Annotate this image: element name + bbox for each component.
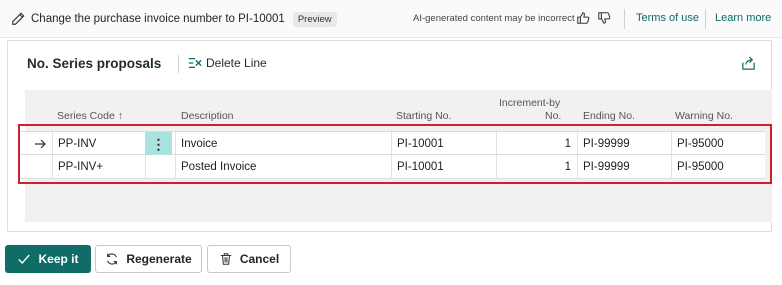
regenerate-label: Regenerate	[126, 252, 192, 266]
table-row[interactable]: PP-INV+ Posted Invoice PI-10001 1 PI-999…	[21, 155, 765, 179]
header-increment-line1[interactable]: Increment-by	[499, 97, 560, 109]
learn-more-link[interactable]: Learn more	[715, 12, 771, 24]
cell-series-code[interactable]: PP-INV+	[52, 155, 145, 179]
delete-line-label: Delete Line	[206, 56, 267, 70]
header-description[interactable]: Description	[181, 110, 234, 122]
cell-warning-no[interactable]: PI-95000	[671, 132, 765, 156]
cell-increment[interactable]: 1	[496, 132, 577, 156]
divider	[624, 9, 625, 29]
pencil-icon	[12, 12, 25, 25]
cell-increment[interactable]: 1	[496, 155, 577, 179]
header-series-code[interactable]: Series Code ↑	[57, 110, 123, 122]
trash-icon	[220, 253, 232, 265]
checkmark-icon	[18, 254, 31, 264]
refresh-icon	[107, 253, 118, 265]
divider	[705, 9, 706, 29]
row-actions-menu-icon[interactable]: ⋮	[145, 132, 172, 155]
header-starting-no[interactable]: Starting No.	[396, 110, 451, 122]
cell-ending-no[interactable]: PI-99999	[577, 132, 671, 156]
cell-starting-no[interactable]: PI-10001	[391, 132, 496, 156]
prompt-text: Change the purchase invoice number to PI…	[31, 13, 285, 25]
header-warning-no[interactable]: Warning No.	[675, 110, 733, 122]
prompt-area: Change the purchase invoice number to PI…	[11, 11, 337, 27]
cell-ending-no[interactable]: PI-99999	[577, 155, 671, 179]
current-row-arrow-icon	[35, 139, 46, 149]
cancel-button[interactable]: Cancel	[207, 245, 291, 273]
cell-series-code[interactable]: PP-INV	[52, 132, 145, 156]
cell-starting-no[interactable]: PI-10001	[391, 155, 496, 179]
action-bar: Keep it Regenerate Cancel	[0, 232, 782, 285]
thumbs-down-icon[interactable]	[597, 11, 611, 25]
share-icon[interactable]	[741, 56, 756, 71]
thumbs-up-icon[interactable]	[576, 11, 590, 25]
copilot-banner: Change the purchase invoice number to PI…	[0, 0, 782, 38]
cell-actions[interactable]	[145, 155, 175, 179]
header-increment-line2[interactable]: No.	[545, 110, 561, 122]
regenerate-button[interactable]: Regenerate	[95, 245, 202, 273]
ai-disclaimer: AI-generated content may be incorrect	[413, 13, 575, 24]
delete-rows-icon	[188, 57, 202, 69]
header-ending-no[interactable]: Ending No.	[583, 110, 635, 122]
keep-it-label: Keep it	[38, 252, 79, 266]
cell-description[interactable]: Invoice	[175, 132, 391, 156]
card-title: No. Series proposals	[27, 56, 162, 71]
delete-line-button[interactable]: Delete Line	[188, 56, 267, 70]
table-row[interactable]: PP-INV ⋮ Invoice PI-10001 1 PI-99999 PI-…	[21, 131, 765, 156]
preview-badge: Preview	[292, 11, 337, 27]
cell-warning-no[interactable]: PI-95000	[671, 155, 765, 179]
terms-of-use-link[interactable]: Terms of use	[636, 12, 699, 24]
cell-description[interactable]: Posted Invoice	[175, 155, 391, 179]
keep-it-button[interactable]: Keep it	[5, 245, 91, 273]
divider	[178, 55, 179, 73]
cancel-label: Cancel	[239, 252, 280, 266]
